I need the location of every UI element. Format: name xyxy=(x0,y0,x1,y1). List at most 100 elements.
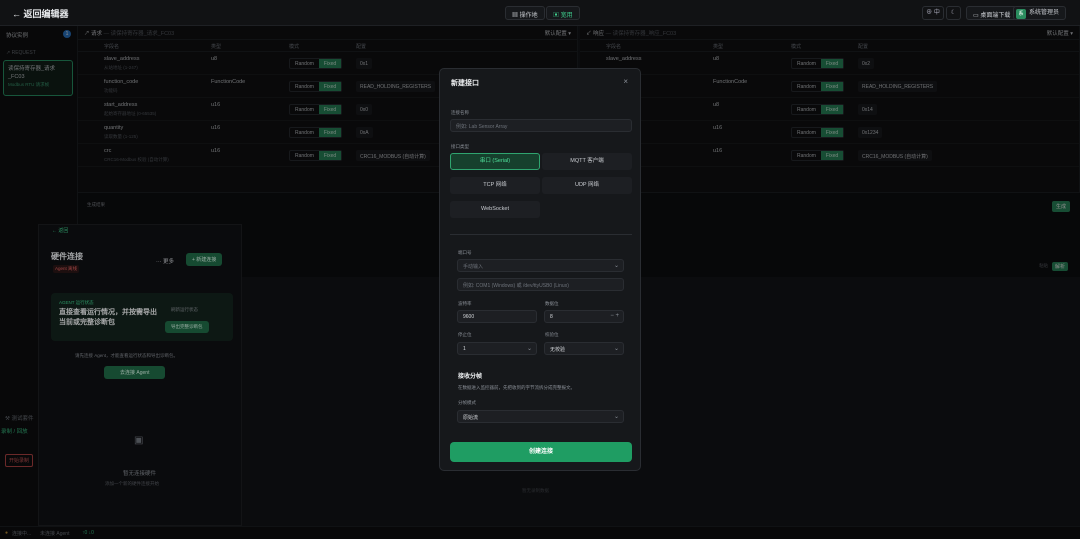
col-field: 字段名 xyxy=(104,44,120,50)
stepper-icon[interactable]: − + xyxy=(610,313,619,319)
table-row: datau16RandomFixed0x1234 xyxy=(580,121,1079,144)
mode-fixed[interactable]: Fixed xyxy=(318,59,342,68)
field-description: 起始寄存器地址 (0-65535) xyxy=(104,111,157,116)
field-value[interactable]: 0x14 xyxy=(858,104,877,115)
mode-fixed[interactable]: Fixed xyxy=(820,82,844,91)
paste-button[interactable]: 粘贴 xyxy=(1039,263,1048,269)
desktop-download-button[interactable]: ▭ 桌面端下载 xyxy=(966,6,1018,20)
parse-button[interactable]: 解析 xyxy=(1051,262,1068,271)
mode-fixed[interactable]: Fixed xyxy=(318,151,342,160)
field-name: start_address xyxy=(104,102,138,108)
mode-toggle[interactable]: Random Fixed xyxy=(289,150,343,161)
mode-random[interactable]: Random xyxy=(290,105,319,114)
request-table-header: 字段名 类型 模式 配置 xyxy=(78,40,577,52)
field-description: 读取数量 (1-125) xyxy=(104,134,138,139)
field-value[interactable]: 0x0 xyxy=(356,104,373,115)
connection-name-input[interactable]: 例如: Lab Sensor Array xyxy=(450,119,632,132)
empty-hardware-title: 暂无连接硬件 xyxy=(123,471,157,477)
field-type: u8 xyxy=(713,56,720,62)
field-value[interactable]: 0xA xyxy=(356,127,373,138)
mode-random[interactable]: Random xyxy=(290,59,319,68)
more-button[interactable]: ··· 更多 xyxy=(156,257,174,265)
mode-random[interactable]: Random xyxy=(792,59,821,68)
mode-toggle[interactable]: Random Fixed xyxy=(289,81,343,92)
generate-button[interactable]: 生成 xyxy=(1051,201,1070,212)
field-value[interactable]: 0x2 xyxy=(858,58,875,69)
mode-toggle[interactable]: Random Fixed xyxy=(791,150,845,161)
mode-random[interactable]: Random xyxy=(792,151,821,160)
mode-random[interactable]: Random xyxy=(290,128,319,137)
language-button[interactable]: ⊕ 中 xyxy=(922,6,944,20)
toolbar-button-1[interactable]: ▦ 操作地 xyxy=(505,6,545,20)
mode-random[interactable]: Random xyxy=(792,82,821,91)
mode-toggle[interactable]: Random Fixed xyxy=(791,104,845,115)
field-value[interactable]: READ_HOLDING_REGISTERS xyxy=(858,81,938,92)
response-config-select[interactable]: 默认配置 ▾ xyxy=(1047,29,1073,37)
mode-toggle[interactable]: Random Fixed xyxy=(791,58,845,69)
mode-random[interactable]: Random xyxy=(290,151,319,160)
response-table-header: 字段名 类型 模式 配置 xyxy=(580,40,1079,52)
response-subtitle: — 读保持寄存器_响应_FC03 xyxy=(605,31,677,37)
stopbits-select[interactable]: 1 ⌄ xyxy=(457,342,537,355)
record-replay-tab[interactable]: 录制 / 回放 xyxy=(1,427,28,435)
type-mqtt[interactable]: MQTT 客户端 xyxy=(542,153,632,170)
port-input[interactable]: 例如: COM1 (Windows) 或 /dev/ttyUSB0 (Linux… xyxy=(457,278,624,291)
mode-fixed[interactable]: Fixed xyxy=(318,105,342,114)
back-to-editor-button[interactable]: ← 返回编辑器 xyxy=(12,7,69,20)
mode-fixed[interactable]: Fixed xyxy=(318,128,342,137)
mode-toggle[interactable]: Random Fixed xyxy=(289,58,343,69)
export-diagnostics-button[interactable]: 导出完整诊断包 xyxy=(165,321,209,333)
chevron-down-icon: ⌄ xyxy=(526,346,532,352)
mode-fixed[interactable]: Fixed xyxy=(318,82,342,91)
mode-fixed[interactable]: Fixed xyxy=(820,151,844,160)
start-record-button[interactable]: 开始录制 xyxy=(5,454,34,467)
baud-input[interactable]: 9600 xyxy=(457,310,537,323)
create-connection-button[interactable]: 创建连接 xyxy=(450,442,632,462)
connection-name-label: 连接名称 xyxy=(451,110,469,115)
response-title: ↙ 响应 xyxy=(586,31,605,37)
new-connection-button[interactable]: + 新建连接 xyxy=(186,253,223,266)
hardware-back-link[interactable]: ← 返回 xyxy=(52,227,68,234)
mode-toggle[interactable]: Random Fixed xyxy=(289,104,343,115)
user-menu[interactable]: 系系统管理员 xyxy=(1013,6,1067,20)
parity-select[interactable]: 无校验 ⌄ xyxy=(544,342,624,355)
mode-random[interactable]: Random xyxy=(792,105,821,114)
type-websocket[interactable]: WebSocket xyxy=(450,201,540,218)
mode-toggle[interactable]: Random Fixed xyxy=(289,127,343,138)
type-serial[interactable]: 串口 (Serial) xyxy=(450,153,540,170)
field-value[interactable]: 0x1234 xyxy=(858,127,883,138)
agent-status: 未连接 Agent xyxy=(40,531,70,537)
mode-random[interactable]: Random xyxy=(792,128,821,137)
field-value[interactable]: READ_HOLDING_REGISTERS xyxy=(356,81,436,92)
connect-agent-button[interactable]: 去连接 Agent xyxy=(104,366,166,379)
sidebar-item-instance[interactable]: 读保持寄存器_请求_FC03 Modbus RTU 请求帧 xyxy=(3,60,73,96)
mode-fixed[interactable]: Fixed xyxy=(820,59,844,68)
field-value[interactable]: CRC16_MODBUS (自动计算) xyxy=(356,150,430,161)
mode-fixed[interactable]: Fixed xyxy=(820,128,844,137)
mode-toggle[interactable]: Random Fixed xyxy=(791,127,845,138)
mode-toggle[interactable]: Random Fixed xyxy=(791,81,845,92)
type-tcp[interactable]: TCP 网络 xyxy=(450,177,540,194)
field-description: CRC16-Modbus 校验 (自动计算) xyxy=(104,157,169,162)
field-type: u16 xyxy=(713,148,723,154)
type-udp[interactable]: UDP 网络 xyxy=(542,177,632,194)
promo-tag: AGENT 运行状态 xyxy=(59,300,94,305)
field-value[interactable]: 0x1 xyxy=(356,58,373,69)
promo-title: 直接查看运行情况，并按需导出当前或完整诊断包 xyxy=(59,309,157,326)
port-select[interactable]: 手动输入 ⌄ xyxy=(457,259,624,272)
connection-status: 连接中... xyxy=(12,531,32,537)
toolbar-button-2[interactable]: ▣ 宽用 xyxy=(546,6,580,20)
request-config-select[interactable]: 默认配置 ▾ xyxy=(545,29,571,37)
databits-stepper[interactable]: 8− + xyxy=(544,310,624,323)
field-name: function_code xyxy=(104,79,139,85)
promo-side-label: 刷新运行状态 xyxy=(171,307,198,312)
framing-mode-select[interactable]: 原始流 ⌄ xyxy=(457,410,624,423)
theme-toggle-icon[interactable]: ☾ xyxy=(946,6,961,20)
field-value[interactable]: CRC16_MODBUS (自动计算) xyxy=(858,150,932,161)
col-config: 配置 xyxy=(356,44,367,50)
agent-promo-card: AGENT 运行状态 直接查看运行情况，并按需导出当前或完整诊断包 刷新运行状态… xyxy=(51,293,233,341)
sidebar-section-request: ↗ REQUEST xyxy=(6,50,36,56)
mode-fixed[interactable]: Fixed xyxy=(820,105,844,114)
mode-random[interactable]: Random xyxy=(290,82,319,91)
close-icon[interactable]: × xyxy=(623,77,628,86)
